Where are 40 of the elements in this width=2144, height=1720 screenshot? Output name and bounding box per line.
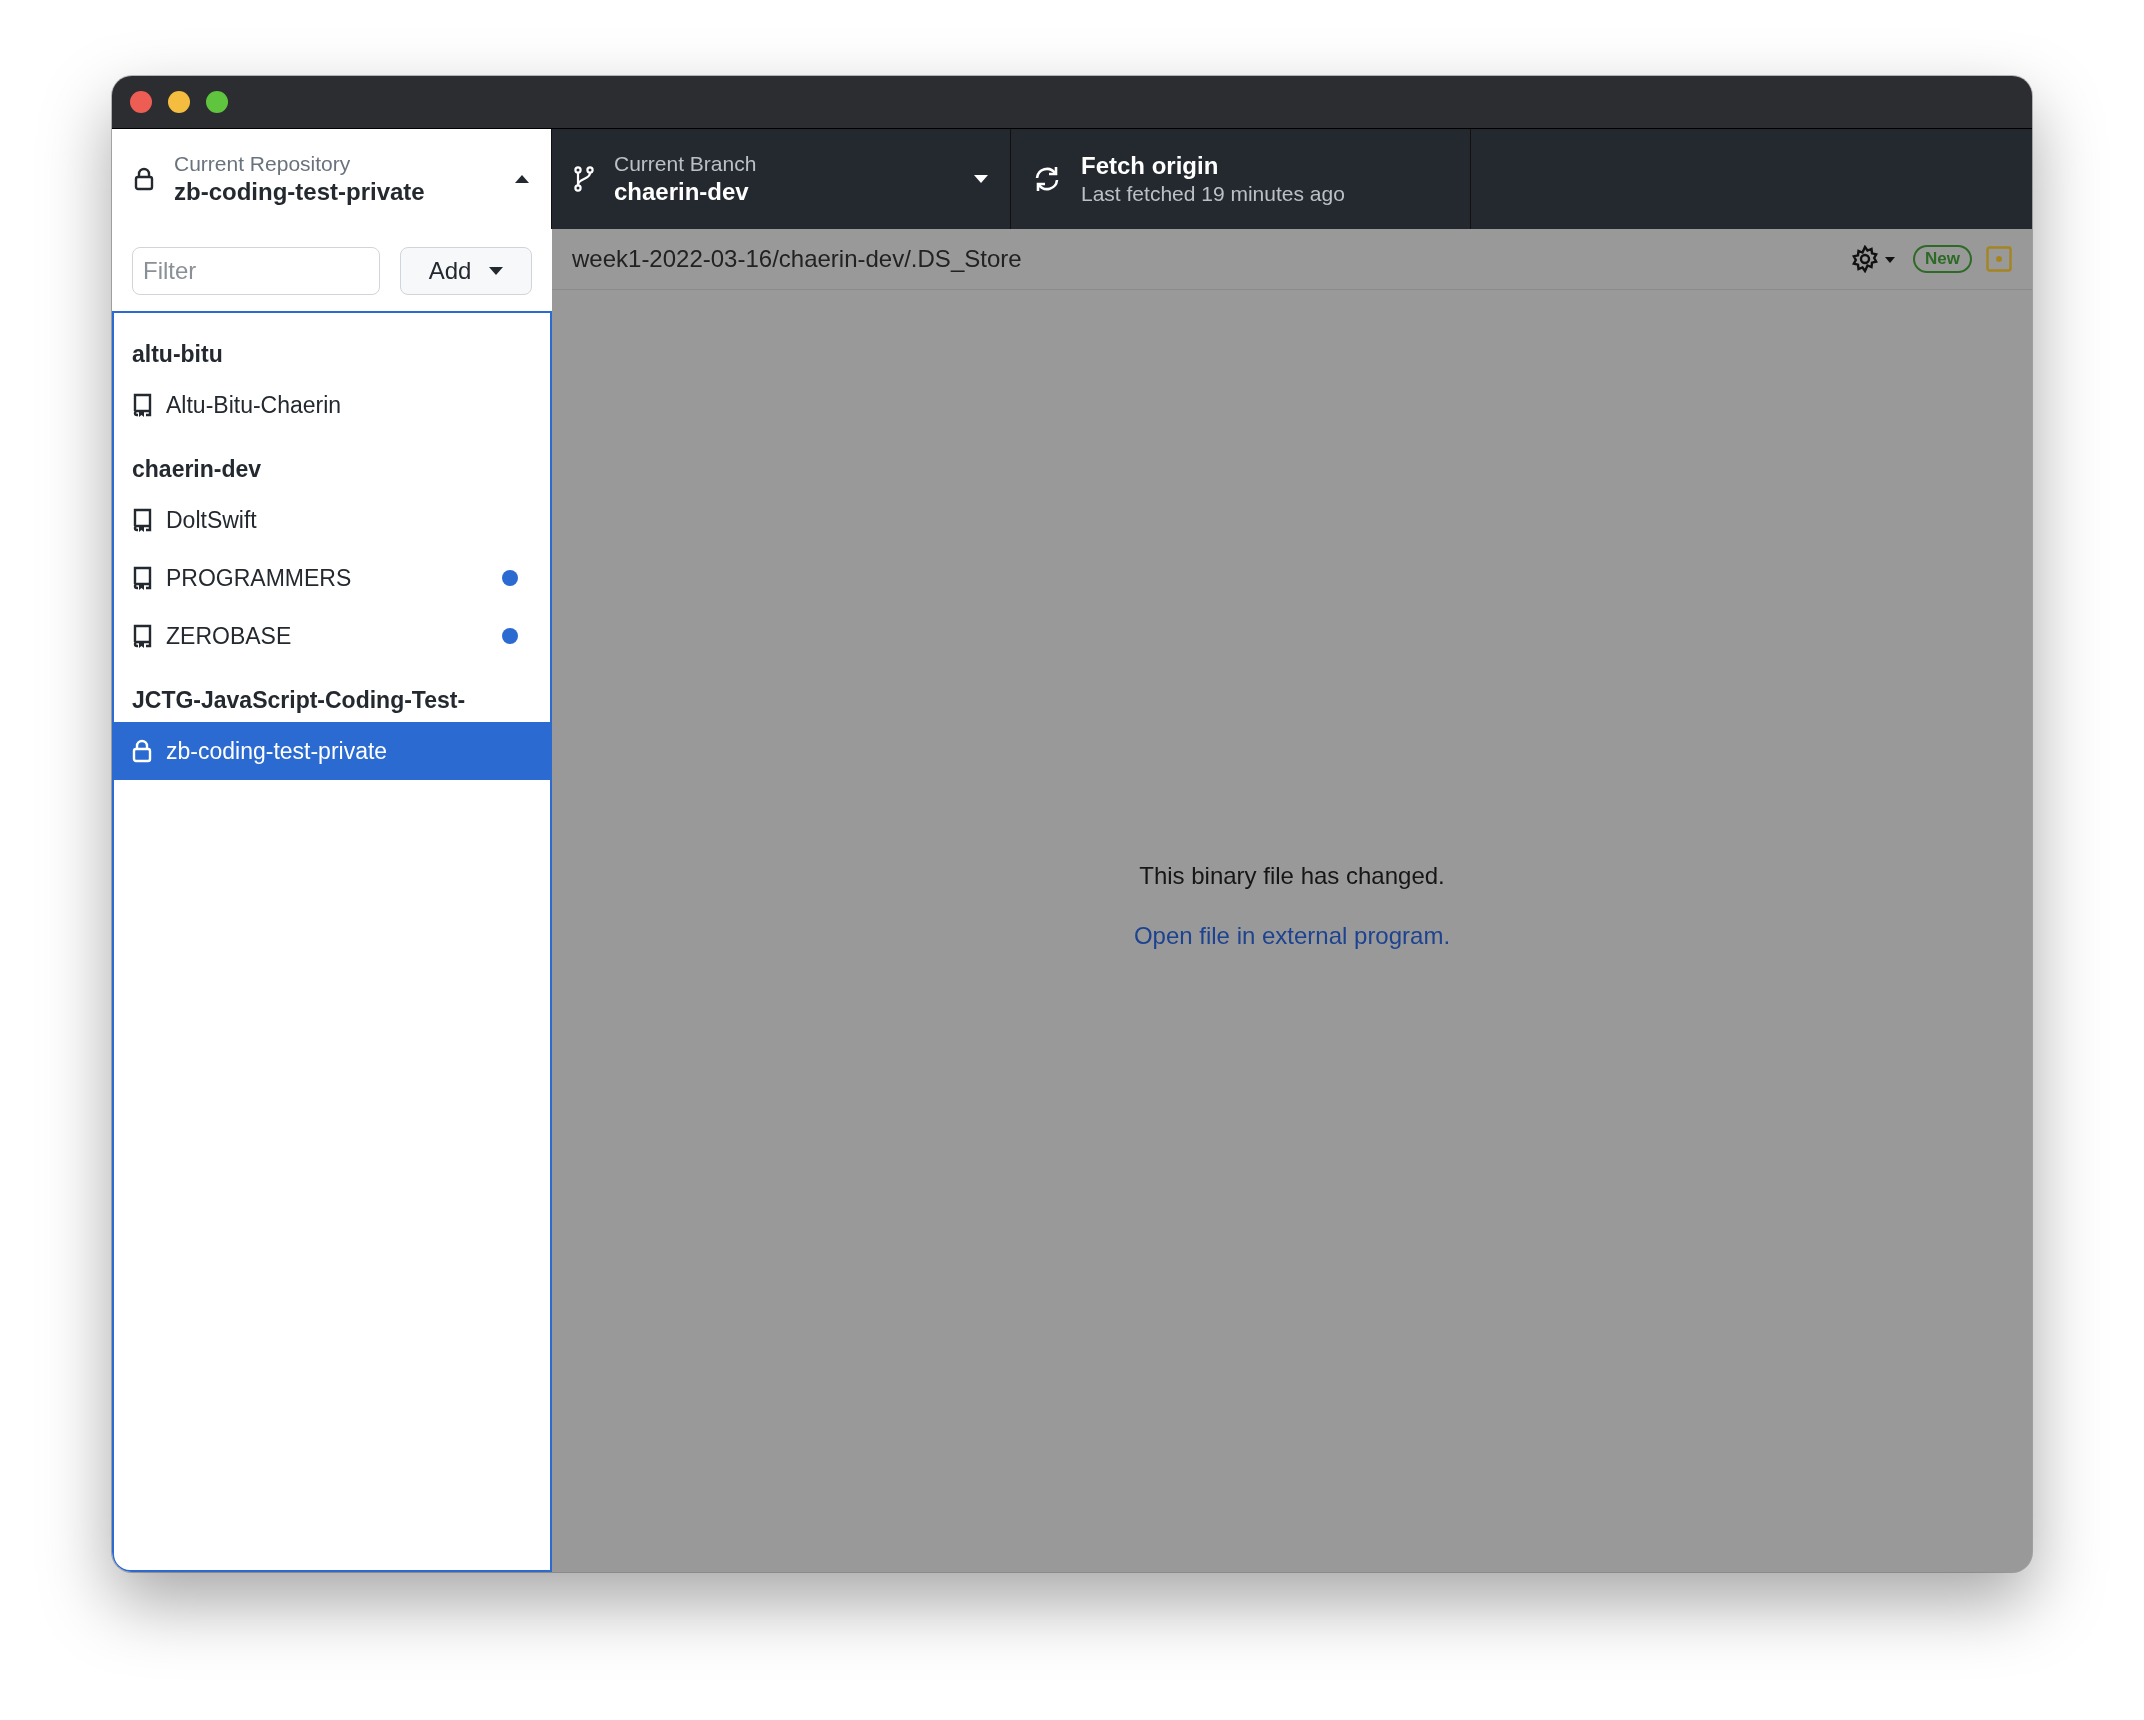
book-icon <box>132 565 152 591</box>
repository-item[interactable]: zb-coding-test-private <box>114 722 550 780</box>
modified-file-icon <box>1986 246 2012 272</box>
repository-item[interactable]: ZEROBASE <box>114 607 550 665</box>
repository-name: PROGRAMMERS <box>166 564 353 592</box>
zoom-button[interactable] <box>206 91 228 113</box>
filter-field[interactable]: Filter <box>132 247 380 295</box>
branch-label: Current Branch <box>614 152 758 176</box>
sync-icon <box>1033 165 1061 193</box>
branch-icon <box>574 166 594 192</box>
group-header: chaerin-dev <box>131 455 263 484</box>
book-icon <box>132 623 152 649</box>
book-icon <box>132 392 152 418</box>
repository-label: Current Repository <box>174 152 352 176</box>
book-icon <box>132 507 152 533</box>
repository-name: zb-coding-test-private <box>166 737 389 765</box>
repository-item[interactable]: Altu-Bitu-Chaerin <box>114 376 550 434</box>
lock-icon <box>134 167 154 191</box>
add-button[interactable]: Add <box>400 247 532 295</box>
minimize-button[interactable] <box>168 91 190 113</box>
group-header: altu-bitu <box>131 340 224 369</box>
close-button[interactable] <box>130 91 152 113</box>
branch-name: chaerin-dev <box>614 178 750 206</box>
repository-selector[interactable]: Current Repository zb-coding-test-private <box>112 129 552 229</box>
repository-name: Altu-Bitu-Chaerin <box>166 391 343 419</box>
repository-name: zb-coding-test-private <box>174 178 426 206</box>
lock-icon <box>132 739 152 763</box>
repository-item[interactable]: PROGRAMMERS <box>114 549 550 607</box>
caret-icon <box>489 267 504 275</box>
repository-item[interactable]: DoltSwift <box>114 491 550 549</box>
status-badge: New <box>1913 245 1972 273</box>
caret-icon <box>974 175 988 183</box>
repository-name: DoltSwift <box>166 506 258 534</box>
caret-icon <box>515 175 529 183</box>
file-path: week1-2022-03-16/chaerin-dev/.DS_Store <box>572 245 1023 273</box>
binary-file-message: This binary file has changed. <box>1139 862 1445 890</box>
repository-name: ZEROBASE <box>166 622 293 650</box>
fetch-status: Last fetched 19 minutes ago <box>1081 182 1346 206</box>
group-header: JCTG-JavaScript-Coding-Test- <box>131 686 467 715</box>
fetch-label: Fetch origin <box>1081 152 1220 180</box>
